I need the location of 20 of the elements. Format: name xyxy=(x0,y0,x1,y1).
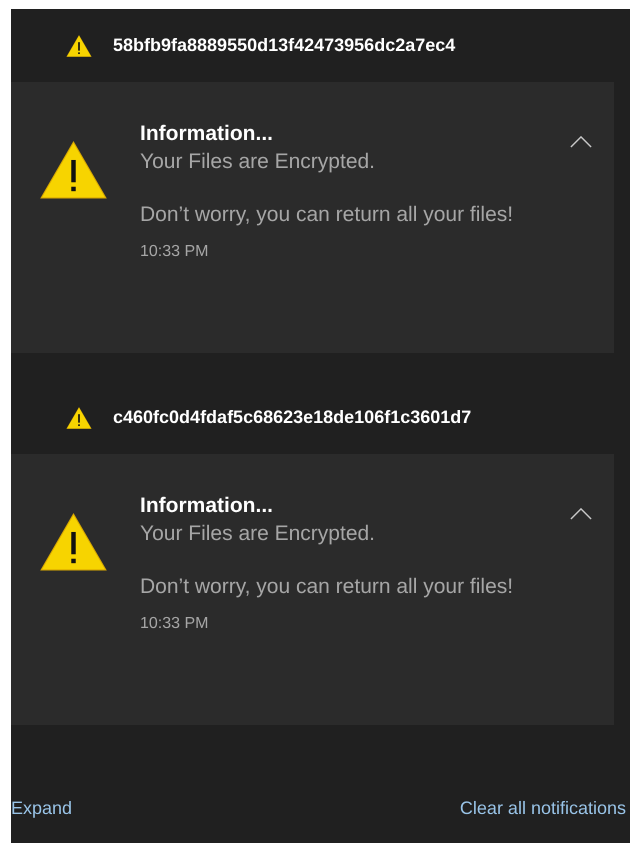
expand-link[interactable]: Expand xyxy=(11,798,72,819)
notification-body: Don’t worry, you can return all your files! xyxy=(140,202,514,228)
warning-icon xyxy=(40,141,107,199)
warning-icon xyxy=(40,513,107,571)
notification-title: Information... xyxy=(140,493,274,519)
notification-time: 10:33 PM xyxy=(140,243,210,261)
notification-card[interactable]: Information... Your Files are Encrypted. Don’t worry, you can return all your files! 10:33 PM xyxy=(11,454,614,725)
app-name: 58bfb9fa8889550d13f42473956dc2a7ec4 xyxy=(113,35,456,56)
notification-message: Your Files are Encrypted. xyxy=(140,521,376,547)
notification-message: Your Files are Encrypted. xyxy=(140,149,376,175)
warning-icon xyxy=(66,406,92,428)
notification-title: Information... xyxy=(140,121,274,147)
notification-time: 10:33 PM xyxy=(140,615,210,633)
collapse-chevron-icon[interactable] xyxy=(570,135,592,148)
app-name: c460fc0d4fdaf5c68623e18de106f1c3601d7 xyxy=(113,407,472,428)
clear-all-link[interactable]: Clear all notifications xyxy=(460,798,626,819)
notification-body: Don’t worry, you can return all your files! xyxy=(140,574,514,600)
warning-icon xyxy=(66,34,92,56)
collapse-chevron-icon[interactable] xyxy=(570,507,592,520)
notification-card[interactable]: Information... Your Files are Encrypted. Don’t worry, you can return all your files! 10:33 PM xyxy=(11,82,614,353)
